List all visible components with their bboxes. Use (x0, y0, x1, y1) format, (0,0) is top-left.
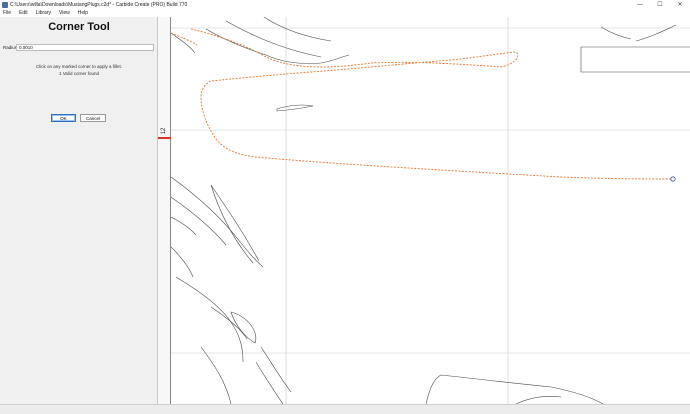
outline-curve (255, 361, 284, 404)
app-icon (2, 1, 8, 8)
canvas-drawing (171, 17, 690, 404)
radius-label: Radius (3, 45, 18, 50)
ok-button[interactable]: OK (51, 114, 76, 122)
ruler-position-marker (158, 137, 171, 139)
window-title: C:\Users\willa\Downloads\MustangPlugs.c2… (10, 1, 188, 8)
outline-curve (171, 246, 194, 278)
ruler-label: 12 (161, 127, 167, 135)
outline-curve (580, 47, 690, 73)
outline-curve (263, 17, 332, 42)
radius-input[interactable]: 0.0010 (16, 44, 154, 51)
outline-curve (175, 276, 244, 363)
selected-outline (171, 32, 198, 46)
selected-path (171, 28, 672, 180)
app-window: C:\Users\willa\Downloads\MustangPlugs.c2… (0, 0, 690, 414)
menu-help[interactable]: Help (78, 10, 88, 16)
outline-shape (230, 311, 257, 344)
window-controls: — ☐ ✕ (630, 0, 690, 9)
corner-status-text: 1 Valid corner found (59, 71, 99, 76)
outline-curve (171, 216, 197, 236)
outline-shape (276, 104, 314, 112)
outline-curve (635, 24, 677, 42)
corner-handle (670, 176, 676, 182)
menu-edit[interactable]: Edit (19, 10, 28, 16)
outline-curve (171, 32, 196, 54)
outline-curve (200, 346, 232, 404)
outline-curve (260, 346, 292, 393)
outline-curve (515, 395, 562, 404)
close-button[interactable]: ✕ (670, 0, 690, 9)
outline-curve (425, 374, 604, 404)
outline-curve (225, 20, 322, 58)
panel-title: Corner Tool (48, 21, 110, 33)
outline-curve (171, 176, 264, 268)
menu-view[interactable]: View (59, 10, 70, 16)
status-bar (0, 404, 690, 414)
outline-curve (210, 306, 248, 340)
menu-bar: File Edit Library View Help (0, 9, 690, 17)
drawing-canvas[interactable] (171, 17, 690, 404)
outline-curve (210, 184, 260, 262)
selected-outline (190, 28, 672, 180)
vertical-ruler[interactable]: 12 (158, 17, 171, 404)
outline-curve (205, 28, 350, 64)
menu-file[interactable]: File (3, 10, 11, 16)
title-bar: C:\Users\willa\Downloads\MustangPlugs.c2… (0, 0, 690, 9)
maximize-button[interactable]: ☐ (650, 0, 670, 9)
radius-row: Radius 0.0010 (3, 44, 154, 51)
vector-outlines (171, 17, 690, 404)
outline-curve (210, 184, 254, 264)
outline-curve (600, 26, 632, 40)
corner-tool-panel: Corner Tool Radius 0.0010 Click on any m… (0, 17, 158, 404)
instruction-text: Click on any marked corner to apply a fi… (35, 64, 123, 69)
menu-library[interactable]: Library (36, 10, 51, 16)
grid-lines (171, 17, 690, 404)
cancel-button[interactable]: Cancel (80, 114, 106, 122)
minimize-button[interactable]: — (630, 0, 650, 9)
